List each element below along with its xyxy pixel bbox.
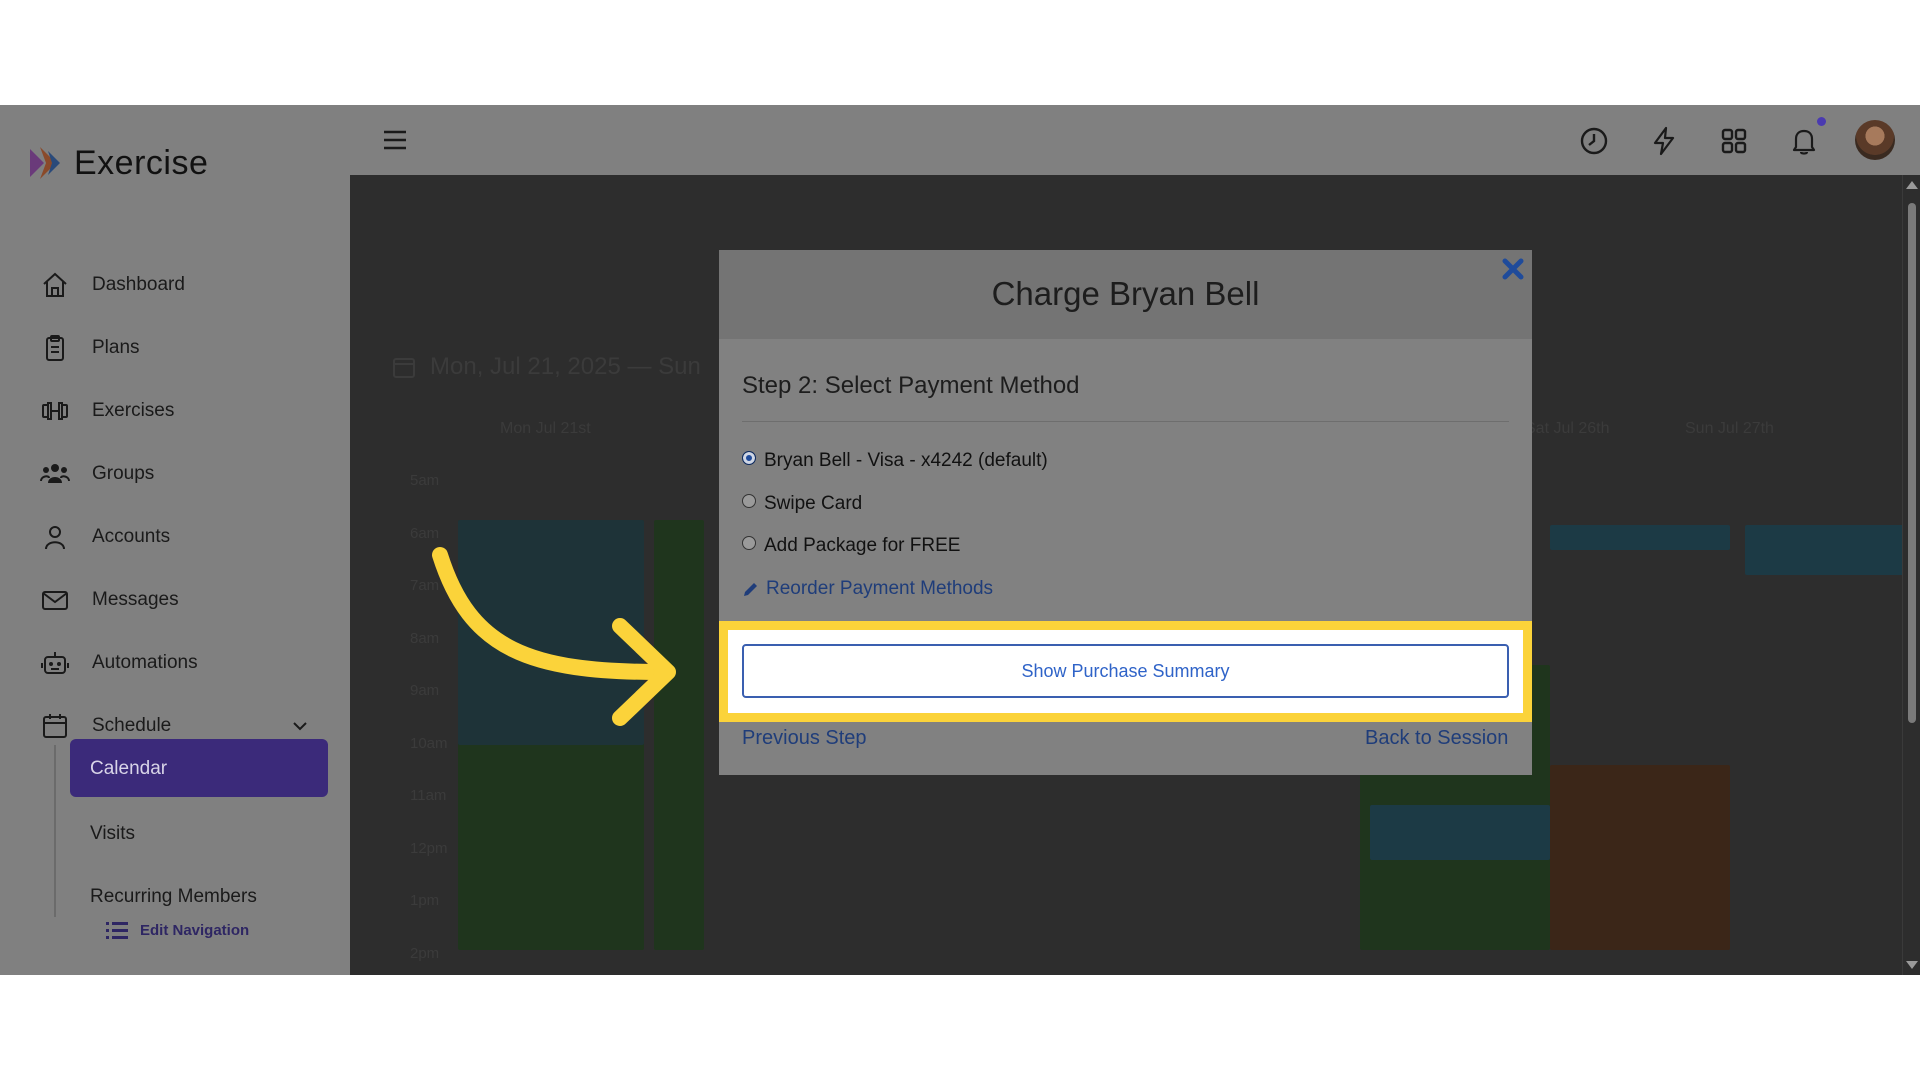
edit-navigation-link[interactable]: Edit Navigation	[106, 920, 249, 940]
day-header: Sun Jul 27th	[1685, 420, 1774, 437]
sidebar-subitem-visits[interactable]: Visits	[90, 823, 135, 845]
envelope-icon	[42, 591, 68, 610]
dumbbell-icon	[42, 402, 68, 420]
users-icon	[40, 464, 70, 483]
brand[interactable]: Exercise	[24, 143, 208, 183]
modal-header: Charge Bryan Bell	[719, 250, 1532, 339]
sidebar-item-label: Automations	[92, 652, 198, 673]
hour-label: 12pm	[410, 840, 448, 857]
brand-logo-icon	[30, 147, 60, 179]
submenu-rail	[54, 745, 56, 917]
menu-icon[interactable]	[382, 127, 408, 153]
scrollbar-thumb[interactable]	[1908, 203, 1916, 723]
home-icon	[43, 272, 67, 297]
divider	[742, 421, 1509, 422]
payment-option-swipe-card[interactable]: Swipe Card	[742, 493, 862, 515]
sidebar-item-label: Schedule	[92, 715, 172, 736]
sidebar-item-label: Exercises	[92, 400, 175, 421]
list-icon	[106, 922, 128, 939]
step-title: Step 2: Select Payment Method	[742, 372, 1080, 399]
scrollbar[interactable]	[1902, 175, 1920, 975]
calendar-event[interactable]	[1745, 525, 1920, 575]
hour-label: 11am	[410, 787, 447, 804]
close-icon[interactable]	[1502, 258, 1524, 280]
chevron-down-icon[interactable]	[290, 716, 310, 736]
day-header: Mon Jul 21st	[500, 420, 591, 437]
previous-step-link[interactable]: Previous Step	[742, 727, 867, 750]
sidebar-item-label: Dashboard	[92, 274, 185, 295]
sidebar-item-groups[interactable]: Groups	[40, 454, 320, 494]
hour-label: 2pm	[410, 945, 440, 962]
sidebar-subitem-recurring-members[interactable]: Recurring Members	[90, 886, 257, 908]
sidebar-item-label: Groups	[92, 463, 155, 484]
hour-label: 9am	[410, 682, 440, 699]
sidebar-item-messages[interactable]: Messages	[40, 580, 320, 620]
show-purchase-summary-button[interactable]: Show Purchase Summary	[742, 644, 1509, 698]
date-range: Mon, Jul 21, 2025 — Sun	[430, 353, 701, 380]
hour-label: 10am	[410, 735, 448, 752]
payment-option-free-package[interactable]: Add Package for FREE	[742, 535, 960, 557]
back-to-session-link[interactable]: Back to Session	[1365, 727, 1508, 750]
payment-option-label: Bryan Bell - Visa - x4242 (default)	[764, 450, 1048, 471]
apps-grid-icon[interactable]	[1718, 125, 1750, 157]
hour-label: 7am	[410, 577, 440, 594]
modal-title: Charge Bryan Bell	[991, 275, 1260, 312]
sidebar-item-automations[interactable]: Automations	[40, 643, 320, 683]
day-header: Sat Jul 26th	[1525, 420, 1610, 437]
bolt-icon[interactable]	[1648, 125, 1680, 157]
reorder-payment-methods-link[interactable]: Reorder Payment Methods	[742, 578, 993, 600]
sidebar-item-plans[interactable]: Plans	[40, 328, 320, 368]
sidebar-subitem-label: Calendar	[90, 758, 168, 779]
sidebar-item-accounts[interactable]: Accounts	[40, 517, 320, 557]
topbar	[350, 105, 1920, 175]
sidebar-item-label: Messages	[92, 589, 179, 610]
clipboard-icon	[46, 335, 64, 361]
robot-icon	[41, 652, 69, 674]
reorder-label: Reorder Payment Methods	[766, 578, 994, 599]
calendar-event[interactable]	[458, 520, 644, 745]
user-icon	[45, 526, 65, 550]
sidebar-item-dashboard[interactable]: Dashboard	[40, 265, 320, 305]
payment-option-visa[interactable]: Bryan Bell - Visa - x4242 (default)	[742, 450, 1048, 472]
calendar-icon	[43, 714, 67, 738]
hour-label: 5am	[410, 472, 440, 489]
hour-label: 6am	[410, 525, 440, 542]
bell-icon[interactable]	[1788, 125, 1820, 157]
radio-button[interactable]	[742, 494, 756, 508]
clock-icon[interactable]	[1578, 125, 1610, 157]
calendar-event[interactable]	[654, 520, 704, 950]
avatar[interactable]	[1855, 120, 1895, 160]
calendar-event[interactable]	[1370, 805, 1550, 860]
payment-option-label: Add Package for FREE	[764, 535, 961, 556]
sidebar-item-exercises[interactable]: Exercises	[40, 391, 320, 431]
calendar-icon	[393, 358, 415, 378]
hour-label: 8am	[410, 630, 440, 647]
calendar-event[interactable]	[1550, 765, 1730, 950]
pencil-icon	[744, 583, 757, 596]
sidebar-subitem-calendar[interactable]: Calendar	[70, 739, 328, 797]
brand-name: Exercise	[74, 143, 209, 182]
radio-button[interactable]	[742, 451, 756, 465]
radio-button[interactable]	[742, 536, 756, 550]
sidebar: Exercise Dashboard Plans Exercises Group…	[0, 105, 350, 975]
payment-option-label: Swipe Card	[764, 493, 863, 514]
calendar-event[interactable]	[1550, 525, 1730, 550]
scroll-down-arrow[interactable]	[1906, 961, 1918, 969]
edit-navigation-label: Edit Navigation	[140, 921, 250, 939]
notification-dot	[1817, 117, 1826, 126]
scroll-up-arrow[interactable]	[1906, 181, 1918, 189]
sidebar-item-label: Accounts	[92, 526, 171, 547]
sidebar-item-label: Plans	[92, 337, 140, 358]
hour-label: 1pm	[410, 892, 440, 909]
